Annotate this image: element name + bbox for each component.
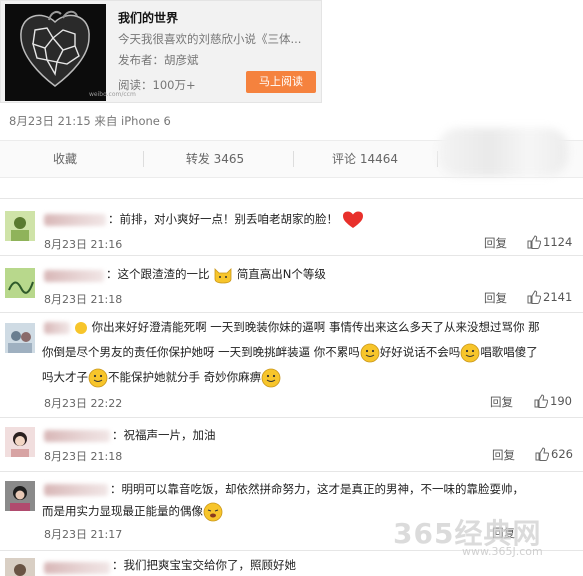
comment-text-segment: ：明明可以靠音吃饭，却依然拼命努力，这才是真正的男神，不一味的靠脸耍帅， bbox=[110, 482, 524, 496]
comment-text-segment: ：前排，对小爽好一点！别丢咱老胡家的脸！ bbox=[108, 212, 338, 226]
comment-divider bbox=[0, 312, 583, 313]
comment-divider bbox=[0, 417, 583, 418]
like-count: 190 bbox=[550, 394, 572, 408]
comment-text-line: 吗大才子 不能保护她就分手 奇妙你麻痹 bbox=[42, 367, 572, 388]
smiley-emoji-icon bbox=[88, 368, 108, 387]
smiley-emoji-icon bbox=[261, 368, 281, 387]
comment-text-segment: 而是用实力显现最正能量的偶像 bbox=[42, 504, 203, 518]
post-area: weibo.com/ccm 我们的世界 今天我很喜欢的刘慈欣小说《三体... 发… bbox=[0, 0, 583, 198]
verified-badge-icon bbox=[75, 321, 87, 334]
reply-button[interactable]: 回复 bbox=[484, 235, 507, 251]
redacted-area bbox=[438, 128, 568, 176]
reply-button[interactable]: 回复 bbox=[484, 290, 507, 306]
book-title[interactable]: 我们的世界 bbox=[118, 9, 178, 26]
like-button[interactable]: 190 bbox=[534, 394, 572, 408]
comment-time: 8月23日 21:17 bbox=[44, 528, 123, 541]
comment-text-segment: 你出来好好澄清能死啊 一天到晚装你妹的逼啊 事情传出来这么多天了从来没想过骂你 … bbox=[91, 320, 540, 334]
action-divider bbox=[143, 151, 144, 167]
comment-text-segment: ：我们把爽宝宝交给你了，照顾好她 bbox=[112, 558, 296, 572]
commenter-name[interactable] bbox=[44, 562, 110, 574]
comment-text-segment: 唱歌唱傻了 bbox=[480, 345, 538, 359]
repost-button[interactable]: 转发 3465 bbox=[150, 141, 280, 177]
like-button[interactable]: 626 bbox=[535, 447, 573, 461]
action-divider bbox=[293, 151, 294, 167]
comment-text: ：我们把爽宝宝交给你了，照顾好她 bbox=[112, 555, 583, 575]
thumbs-up-icon bbox=[527, 235, 542, 249]
avatar[interactable] bbox=[5, 481, 35, 511]
comment-text-segment: ：祝福声一片，加油 bbox=[112, 428, 216, 442]
comment-text-segment: 不能保护她就分手 奇妙你麻痹 bbox=[108, 370, 262, 384]
comment-text: 你出来好好澄清能死啊 一天到晚装你妹的逼啊 事情传出来这么多天了从来没想过骂你 … bbox=[74, 317, 574, 337]
post-timestamp: 8月23日 21:15 来自 iPhone 6 bbox=[9, 114, 171, 128]
comment-item: ：这个跟渣渣的一比 简直高出N个等级 8月23日 21:18 回复 2141 bbox=[0, 255, 583, 310]
smiley-emoji-icon bbox=[360, 343, 380, 362]
commenter-name[interactable] bbox=[44, 270, 104, 282]
comment-text: ：这个跟渣渣的一比 简直高出N个等级 bbox=[106, 264, 583, 284]
comment-text: ：前排，对小爽好一点！别丢咱老胡家的脸！ bbox=[108, 209, 583, 229]
commenter-name[interactable] bbox=[44, 322, 70, 334]
heart-icon bbox=[342, 211, 363, 228]
comment-text-segment: 你倒是尽个男友的责任你保护她呀 一天到晚挑衅装逼 你不累吗 bbox=[42, 345, 360, 359]
comment-text-segment: ：这个跟渣渣的一比 bbox=[106, 267, 210, 281]
cat-emoji-icon bbox=[214, 267, 232, 283]
like-button[interactable]: 2141 bbox=[527, 290, 572, 304]
reply-button[interactable]: 回复 bbox=[492, 447, 515, 463]
avatar[interactable] bbox=[5, 323, 35, 353]
comment-item: ：前排，对小爽好一点！别丢咱老胡家的脸！ 8月23日 21:16 回复 1124 bbox=[0, 198, 583, 258]
comment-text-segment: 吗大才子 bbox=[42, 370, 88, 384]
thumbs-up-icon bbox=[534, 394, 549, 408]
avatar[interactable] bbox=[5, 268, 35, 298]
favorite-button[interactable]: 收藏 bbox=[0, 141, 130, 177]
comment-item: 你出来好好澄清能死啊 一天到晚装你妹的逼啊 事情传出来这么多天了从来没想过骂你 … bbox=[0, 312, 583, 417]
book-read-count: 阅读：100万+ bbox=[118, 78, 196, 92]
comment-text-line: 你倒是尽个男友的责任你保护她呀 一天到晚挑衅装逼 你不累吗 好好说话不会吗 唱歌唱傻… bbox=[42, 342, 572, 363]
comment-text-segment: 好好说话不会吗 bbox=[379, 345, 461, 359]
tired-emoji-icon bbox=[203, 502, 223, 521]
comment-text: ：祝福声一片，加油 bbox=[112, 425, 583, 445]
commenter-name[interactable] bbox=[44, 484, 108, 496]
comment-divider bbox=[0, 471, 583, 472]
comment-time: 8月23日 22:22 bbox=[44, 397, 123, 410]
comment-time: 8月23日 21:18 bbox=[44, 293, 123, 306]
like-count: 2141 bbox=[543, 290, 573, 304]
avatar[interactable] bbox=[5, 558, 35, 576]
like-count: 626 bbox=[551, 447, 573, 461]
comment-item: ：祝福声一片，加油 8月23日 21:18 回复 626 bbox=[0, 417, 583, 471]
comment-divider bbox=[0, 255, 583, 256]
comment-text: ：明明可以靠音吃饭，却依然拼命努力，这才是真正的男神，不一味的靠脸耍帅， bbox=[110, 479, 580, 499]
thumbs-up-icon bbox=[535, 447, 550, 461]
like-button[interactable]: 1124 bbox=[527, 235, 572, 249]
book-publisher: 发布者：胡彦斌 bbox=[118, 53, 199, 67]
book-description: 今天我很喜欢的刘慈欣小说《三体... bbox=[118, 32, 302, 46]
commenter-name[interactable] bbox=[44, 214, 106, 226]
commenter-name[interactable] bbox=[44, 430, 110, 442]
reply-button[interactable]: 回复 bbox=[490, 394, 513, 410]
comment-button[interactable]: 评论 14464 bbox=[300, 141, 430, 177]
book-card[interactable]: weibo.com/ccm 我们的世界 今天我很喜欢的刘慈欣小说《三体... 发… bbox=[0, 0, 322, 103]
comment-time: 8月23日 21:18 bbox=[44, 450, 123, 463]
thumbs-up-icon bbox=[527, 290, 542, 304]
avatar[interactable] bbox=[5, 427, 35, 457]
site-watermark-url: www.365J.com bbox=[462, 545, 543, 558]
read-now-button[interactable]: 马上阅读 bbox=[246, 71, 316, 93]
avatar[interactable] bbox=[5, 211, 35, 241]
comment-text-segment: 简直高出N个等级 bbox=[236, 267, 326, 281]
book-cover-image[interactable] bbox=[5, 4, 106, 101]
like-count: 1124 bbox=[543, 235, 573, 249]
comment-divider bbox=[0, 198, 583, 199]
smiley-emoji-icon bbox=[460, 343, 480, 362]
comment-time: 8月23日 21:16 bbox=[44, 238, 123, 251]
